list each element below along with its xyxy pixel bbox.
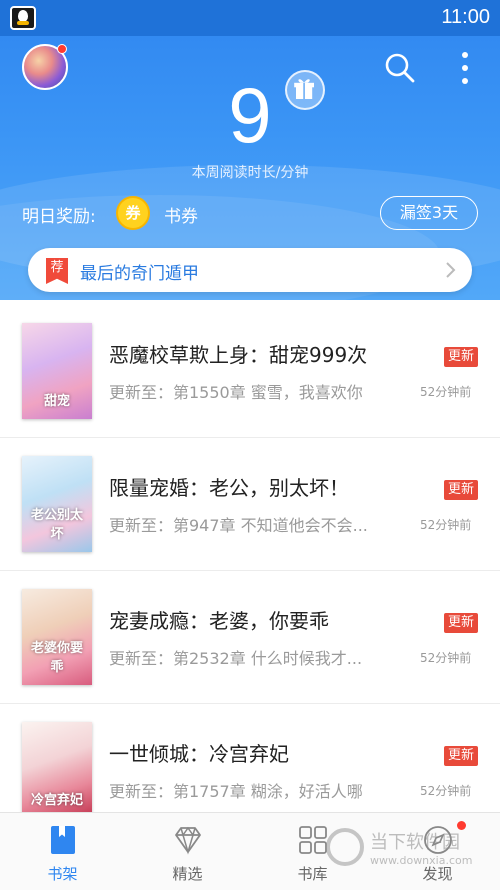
missed-signin-button[interactable]: 漏签3天 [380,196,478,230]
qq-notification-icon [10,6,36,30]
coupon-icon: 券 [116,196,150,230]
cover-title: 冷宫弃妃 [30,793,83,808]
book-title: 恶魔校草欺上身：甜宠999次 [109,343,368,367]
watermark-url: www.downxia.com [370,854,473,867]
book-update: 更新至：第947章 不知道他会不会... [109,516,368,535]
book-update: 更新至：第1550章 蜜雪，我喜欢你 [109,383,363,402]
recommend-bar[interactable]: 荐 最后的奇门遁甲 [28,248,472,292]
tab-bookshelf[interactable]: 书架 [0,813,125,890]
book-time: 52分钟前 [420,385,472,399]
tab-featured[interactable]: 精选 [125,813,250,890]
cover-title: 老公别太坏 [30,508,83,542]
book-item[interactable]: 甜宠 恶魔校草欺上身：甜宠999次 更新至：第1550章 蜜雪，我喜欢你 更新 … [0,305,500,438]
bookshelf-icon [51,826,75,854]
book-item[interactable]: 老婆你要乖 宠妻成瘾：老婆，你要乖 更新至：第2532章 什么时候我才... 更… [0,571,500,704]
book-title: 一世倾城：冷宫弃妃 [109,742,289,766]
watermark-name: 当下软件园 [370,832,460,853]
update-badge: 更新 [444,347,478,367]
tab-label: 书架 [47,865,78,883]
update-badge: 更新 [444,746,478,766]
book-cover: 老婆你要乖 [22,589,92,685]
chevron-right-icon [446,262,456,278]
recommend-title: 最后的奇门遁甲 [80,264,199,284]
watermark: 当下软件园 www.downxia.com [320,820,490,880]
status-bar: 11:00 [0,0,500,36]
reading-minutes-label: 本周阅读时长/分钟 [191,165,309,181]
recommend-tag: 荐 [46,258,68,284]
tab-label: 精选 [172,865,203,883]
gift-icon[interactable] [285,70,325,110]
book-title: 限量宠婚：老公，别太坏！ [109,476,349,500]
cover-title: 甜宠 [43,394,70,409]
update-badge: 更新 [444,480,478,500]
book-time: 52分钟前 [420,651,472,665]
search-icon[interactable] [384,52,416,84]
more-icon[interactable] [456,50,474,86]
book-update: 更新至：第1757章 糊涂，好活人哪 [109,782,363,801]
book-time: 52分钟前 [420,784,472,798]
book-list: 甜宠 恶魔校草欺上身：甜宠999次 更新至：第1550章 蜜雪，我喜欢你 更新 … [0,305,500,837]
book-time: 52分钟前 [420,518,472,532]
book-cover: 老公别太坏 [22,456,92,552]
book-title: 宠妻成瘾：老婆，你要乖 [109,609,329,633]
book-cover: 甜宠 [22,323,92,419]
reward-text: 书券 [164,207,198,227]
watermark-logo-icon [326,828,364,866]
notification-dot [57,44,67,54]
status-time: 11:00 [441,6,490,28]
book-update: 更新至：第2532章 什么时候我才... [109,649,363,668]
cover-title: 老婆你要乖 [30,641,83,675]
diamond-icon [175,826,201,855]
book-item[interactable]: 老公别太坏 限量宠婚：老公，别太坏！ 更新至：第947章 不知道他会不会... … [0,438,500,571]
reward-label: 明日奖励: [22,207,96,227]
update-badge: 更新 [444,613,478,633]
book-cover: 冷宫弃妃 [22,722,92,818]
